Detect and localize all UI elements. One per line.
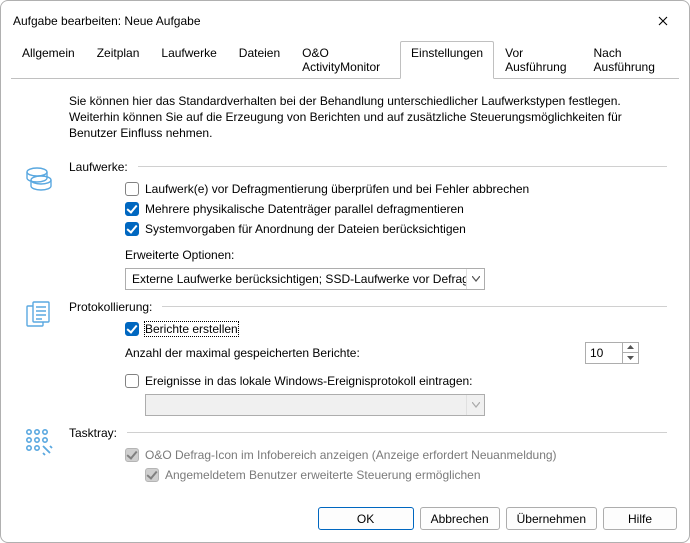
divider bbox=[127, 432, 667, 433]
drives-icon bbox=[23, 160, 55, 192]
drives-heading: Laufwerke: bbox=[69, 160, 128, 174]
chevron-down-icon[interactable] bbox=[466, 269, 484, 289]
apply-button[interactable]: Übernehmen bbox=[506, 507, 597, 530]
checkbox-create-reports[interactable] bbox=[125, 322, 139, 336]
checkbox-parallel-defrag[interactable] bbox=[125, 202, 139, 216]
max-reports-label: Anzahl der maximal gespeicherten Bericht… bbox=[125, 346, 360, 360]
tab-allgemein[interactable]: Allgemein bbox=[11, 41, 86, 79]
tab-activitymonitor[interactable]: O&O ActivityMonitor bbox=[291, 41, 400, 79]
intro-text: Sie können hier das Standardverhalten be… bbox=[69, 93, 667, 142]
max-reports-spinner[interactable]: 10 bbox=[585, 342, 639, 364]
checkbox-parallel-defrag-label: Mehrere physikalische Datenträger parall… bbox=[145, 202, 464, 216]
tab-nach-ausfuehrung[interactable]: Nach Ausführung bbox=[583, 41, 680, 79]
checkbox-user-control bbox=[145, 468, 159, 482]
spinner-down[interactable] bbox=[623, 352, 638, 363]
logging-heading: Protokollierung: bbox=[69, 300, 152, 314]
close-button[interactable] bbox=[649, 9, 677, 33]
advanced-options-combo[interactable]: Externe Laufwerke berücksichtigen; SSD-L… bbox=[125, 268, 485, 290]
checkbox-event-log[interactable] bbox=[125, 374, 139, 388]
advanced-options-label: Erweiterte Optionen: bbox=[125, 248, 667, 262]
checkbox-system-layout-label: Systemvorgaben für Anordnung der Dateien… bbox=[145, 222, 466, 236]
checkbox-system-layout[interactable] bbox=[125, 222, 139, 236]
checkbox-event-log-label: Ereignisse in das lokale Windows-Ereigni… bbox=[145, 374, 473, 388]
tasktray-icon bbox=[23, 426, 55, 458]
advanced-options-value: Externe Laufwerke berücksichtigen; SSD-L… bbox=[126, 272, 466, 286]
cancel-button[interactable]: Abbrechen bbox=[420, 507, 500, 530]
checkbox-user-control-label: Angemeldetem Benutzer erweiterte Steueru… bbox=[165, 468, 481, 482]
checkbox-tray-icon bbox=[125, 448, 139, 462]
tab-zeitplan[interactable]: Zeitplan bbox=[86, 41, 151, 79]
divider bbox=[162, 306, 667, 307]
tab-laufwerke[interactable]: Laufwerke bbox=[150, 41, 227, 79]
tab-bar: Allgemein Zeitplan Laufwerke Dateien O&O… bbox=[11, 41, 679, 79]
checkbox-check-drives-label: Laufwerk(e) vor Defragmentierung überprü… bbox=[145, 182, 529, 196]
spinner-up[interactable] bbox=[623, 343, 638, 353]
checkbox-tray-icon-label: O&O Defrag-Icon im Infobereich anzeigen … bbox=[145, 448, 557, 462]
tab-dateien[interactable]: Dateien bbox=[228, 41, 291, 79]
max-reports-value[interactable]: 10 bbox=[586, 343, 622, 363]
divider bbox=[138, 166, 667, 167]
ok-button[interactable]: OK bbox=[318, 507, 414, 530]
checkbox-check-drives[interactable] bbox=[125, 182, 139, 196]
tasktray-heading: Tasktray: bbox=[69, 426, 117, 440]
chevron-down-icon bbox=[466, 395, 484, 415]
tab-einstellungen[interactable]: Einstellungen bbox=[400, 41, 494, 79]
checkbox-create-reports-label: Berichte erstellen bbox=[145, 322, 238, 336]
report-icon bbox=[23, 300, 55, 332]
tab-vor-ausfuehrung[interactable]: Vor Ausführung bbox=[494, 41, 582, 79]
event-log-level-combo bbox=[145, 394, 485, 416]
help-button[interactable]: Hilfe bbox=[603, 507, 677, 530]
window-title: Aufgabe bearbeiten: Neue Aufgabe bbox=[13, 14, 201, 28]
